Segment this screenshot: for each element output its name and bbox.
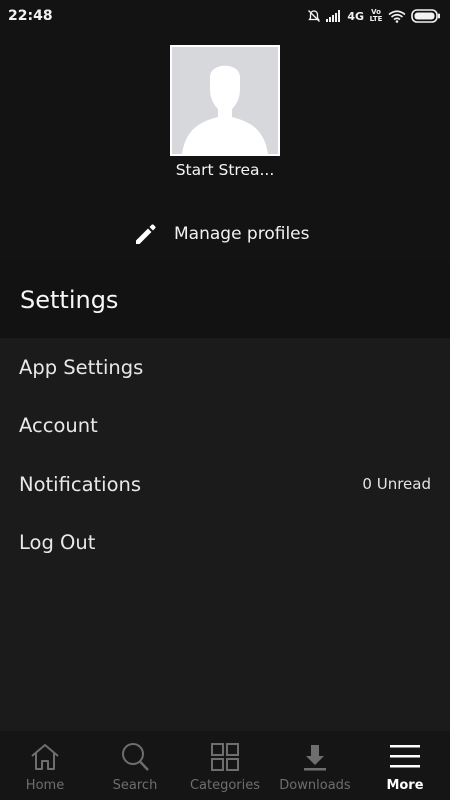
nav-item-downloads[interactable]: Downloads	[270, 731, 360, 800]
signal-icon	[326, 10, 341, 22]
notifications-unread-count: 0 Unread	[362, 475, 431, 494]
settings-list: App Settings Account Notifications 0 Unr…	[0, 338, 450, 572]
status-icons: 4G Vo LTE	[307, 9, 441, 23]
settings-item-app-settings[interactable]: App Settings	[0, 338, 450, 397]
settings-item-label: Account	[19, 414, 98, 438]
nav-label: Categories	[189, 778, 261, 793]
home-icon	[31, 744, 59, 770]
profile-area: Start Strea... Manage profiles	[0, 32, 450, 261]
menu-icon	[390, 745, 420, 768]
settings-item-log-out[interactable]: Log Out	[0, 514, 450, 573]
network-label: 4G	[347, 9, 364, 23]
download-icon	[304, 745, 326, 771]
nav-label: Home	[25, 778, 65, 793]
pencil-icon	[136, 224, 156, 244]
manage-profiles-button[interactable]: Manage profiles	[132, 220, 310, 248]
search-icon	[122, 743, 149, 771]
wifi-icon	[388, 9, 406, 23]
nav-item-more[interactable]: More	[360, 731, 450, 800]
person-silhouette-icon	[172, 47, 278, 154]
nav-label: Downloads	[279, 778, 351, 793]
settings-item-label: App Settings	[19, 355, 144, 379]
volte-label: Vo LTE	[369, 8, 383, 23]
nav-item-categories[interactable]: Categories	[180, 731, 270, 800]
nav-item-home[interactable]: Home	[0, 731, 90, 800]
battery-icon	[411, 9, 440, 23]
settings-title: Settings	[20, 285, 119, 314]
grid-icon	[211, 743, 239, 771]
bottom-nav: Home Search Categories Downloads More	[0, 731, 450, 800]
profile-avatar[interactable]	[170, 45, 280, 156]
status-bar: 22:48 4G Vo LTE	[0, 0, 450, 32]
settings-item-label: Notifications	[19, 472, 142, 496]
settings-header: Settings	[0, 261, 450, 338]
alarm-off-icon	[308, 10, 321, 22]
settings-item-account[interactable]: Account	[0, 397, 450, 456]
nav-label: More	[386, 778, 424, 793]
manage-profiles-label: Manage profiles	[174, 224, 310, 244]
nav-label: Search	[112, 778, 158, 793]
settings-item-label: Log Out	[19, 531, 96, 555]
status-time: 22:48	[8, 8, 53, 24]
profile-name[interactable]: Start Strea...	[135, 161, 315, 179]
settings-item-notifications[interactable]: Notifications 0 Unread	[0, 455, 450, 514]
nav-item-search[interactable]: Search	[90, 731, 180, 800]
